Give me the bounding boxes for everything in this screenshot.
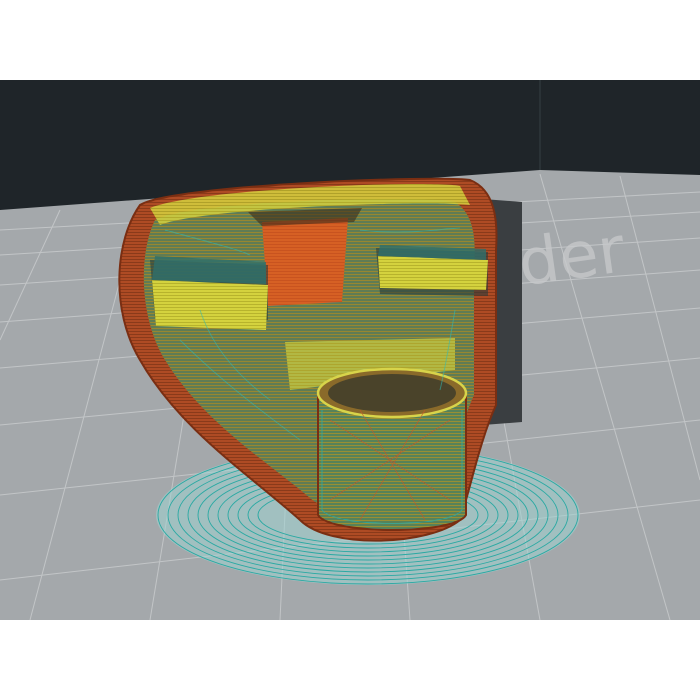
cylinder-boss bbox=[316, 367, 468, 531]
3d-viewport[interactable]: der bbox=[0, 80, 700, 620]
viewport-canvas[interactable]: der bbox=[0, 80, 700, 620]
left-slot bbox=[150, 256, 268, 330]
right-slot bbox=[376, 245, 488, 296]
watermark-text: der bbox=[514, 213, 630, 301]
inner-cavity bbox=[262, 218, 348, 306]
